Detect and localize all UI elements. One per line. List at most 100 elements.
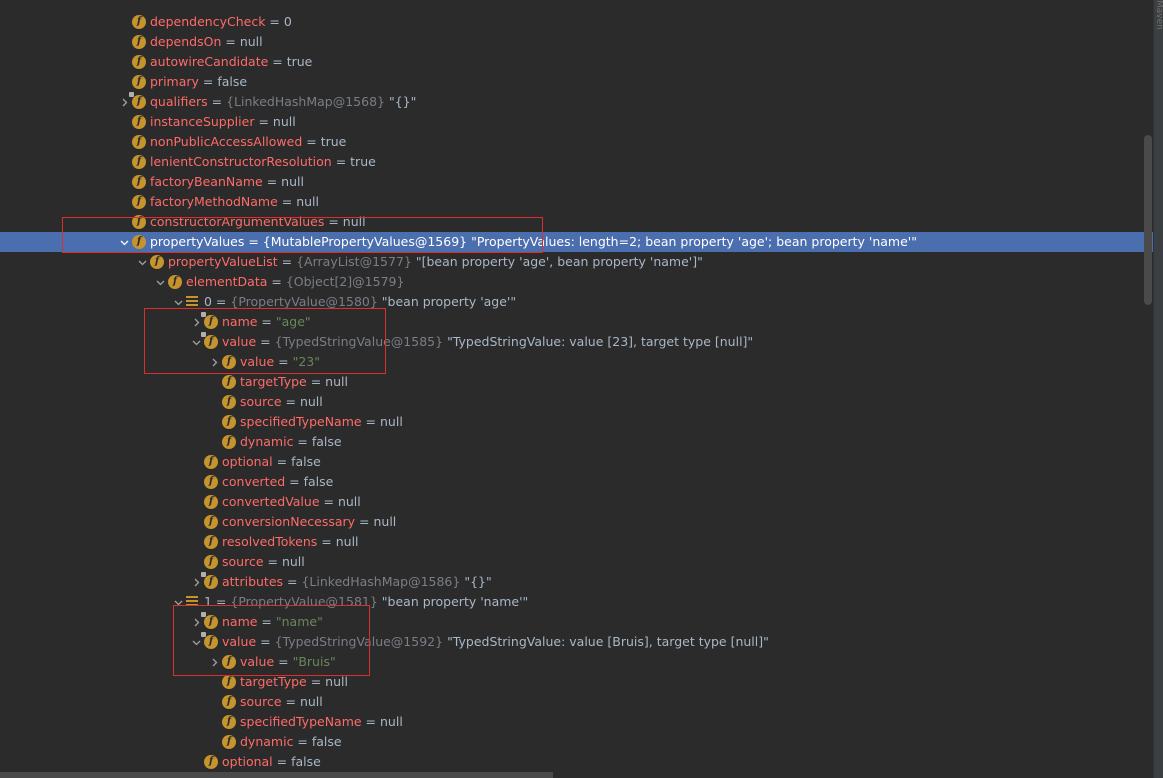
tree-row-text: instanceSupplier = null bbox=[150, 114, 296, 129]
variable-value: "{}" bbox=[464, 574, 492, 589]
tree-row-dependson[interactable]: f dependsOn = null bbox=[0, 32, 1155, 52]
field-icon: f bbox=[132, 15, 146, 29]
tree-row-name[interactable]: f name = "age" bbox=[0, 312, 1155, 332]
tree-row-text: resolvedTokens = null bbox=[222, 534, 359, 549]
variable-name: nonPublicAccessAllowed bbox=[150, 134, 303, 149]
variable-type: {TypedStringValue@1592} bbox=[274, 634, 444, 649]
variable-name: source bbox=[240, 394, 282, 409]
tree-row-targettype[interactable]: f targetType = null bbox=[0, 672, 1155, 692]
variable-name: value bbox=[240, 354, 275, 369]
variable-name: converted bbox=[222, 474, 286, 489]
tree-row-text: converted = false bbox=[222, 474, 334, 489]
tree-row-text: lenientConstructorResolution = true bbox=[150, 154, 376, 169]
variable-type: {PropertyValue@1581} bbox=[230, 594, 378, 609]
tree-row-value[interactable]: f value = {TypedStringValue@1585} "TypedS… bbox=[0, 332, 1155, 352]
field-icon: f bbox=[132, 155, 146, 169]
chevron-down-icon[interactable] bbox=[172, 292, 184, 312]
tree-row-value[interactable]: f value = "23" bbox=[0, 352, 1155, 372]
final-field-icon: f bbox=[201, 612, 218, 629]
variable-value: true bbox=[286, 54, 313, 69]
variable-name: autowireCandidate bbox=[150, 54, 269, 69]
variable-value: false bbox=[291, 454, 321, 469]
tree-row-0[interactable]: 0 = {PropertyValue@1580} "bean property … bbox=[0, 292, 1155, 312]
chevron-down-icon[interactable] bbox=[154, 272, 166, 292]
tree-row-attributes[interactable]: f attributes = {LinkedHashMap@1586} "{}" bbox=[0, 572, 1155, 592]
field-icon: f bbox=[132, 115, 146, 129]
chevron-right-icon[interactable] bbox=[208, 352, 220, 372]
tree-row-factorybeanname[interactable]: f factoryBeanName = null bbox=[0, 172, 1155, 192]
tree-row-instancesupplier[interactable]: f instanceSupplier = null bbox=[0, 112, 1155, 132]
chevron-down-icon[interactable] bbox=[118, 232, 130, 252]
variable-value: null bbox=[296, 194, 319, 209]
variable-name: propertyValues bbox=[150, 234, 245, 249]
tree-row-optional[interactable]: f optional = false bbox=[0, 752, 1155, 772]
tree-row-specifiedtypename[interactable]: f specifiedTypeName = null bbox=[0, 412, 1155, 432]
tree-row-lenientconstructorresolution[interactable]: f lenientConstructorResolution = true bbox=[0, 152, 1155, 172]
tree-row-text: dependsOn = null bbox=[150, 34, 263, 49]
tree-row-constructorargumentvalues[interactable]: f constructorArgumentValues = null bbox=[0, 212, 1155, 232]
tree-row-primary[interactable]: f primary = false bbox=[0, 72, 1155, 92]
field-icon: f bbox=[132, 215, 146, 229]
variable-name: dynamic bbox=[240, 734, 294, 749]
chevron-down-icon[interactable] bbox=[172, 592, 184, 612]
lock-icon bbox=[201, 332, 206, 337]
variable-name: resolvedTokens bbox=[222, 534, 318, 549]
tree-row-specifiedtypename[interactable]: f specifiedTypeName = null bbox=[0, 712, 1155, 732]
variable-name: factoryMethodName bbox=[150, 194, 278, 209]
tree-row-text: source = null bbox=[240, 694, 323, 709]
tree-row-propertyvaluelist[interactable]: f propertyValueList = {ArrayList@1577} "[… bbox=[0, 252, 1155, 272]
variable-type: {MutablePropertyValues@1569} bbox=[262, 234, 468, 249]
tree-row-autowirecandidate[interactable]: f autowireCandidate = true bbox=[0, 52, 1155, 72]
variable-name: specifiedTypeName bbox=[240, 414, 362, 429]
tree-row-name[interactable]: f name = "name" bbox=[0, 612, 1155, 632]
field-icon: f bbox=[150, 255, 164, 269]
tree-row-source[interactable]: f source = null bbox=[0, 392, 1155, 412]
horizontal-scrollbar-thumb[interactable] bbox=[0, 772, 553, 778]
tree-row-dynamic[interactable]: f dynamic = false bbox=[0, 432, 1155, 452]
tree-row-conversionnecessary[interactable]: f conversionNecessary = null bbox=[0, 512, 1155, 532]
variable-name: convertedValue bbox=[222, 494, 320, 509]
variable-value: null bbox=[299, 694, 323, 709]
variable-name: qualifiers bbox=[150, 94, 208, 109]
tree-row-value[interactable]: f value = "Bruis" bbox=[0, 652, 1155, 672]
tree-row-propertyvalues[interactable]: f propertyValues = {MutablePropertyValues… bbox=[0, 232, 1155, 252]
chevron-right-icon[interactable] bbox=[208, 652, 220, 672]
field-icon: f bbox=[222, 675, 236, 689]
variable-value: null bbox=[342, 214, 366, 229]
tree-row-factorymethodname[interactable]: f factoryMethodName = null bbox=[0, 192, 1155, 212]
field-icon: f bbox=[222, 415, 236, 429]
variable-value: null bbox=[281, 174, 304, 189]
final-field-icon: f bbox=[129, 92, 146, 109]
variable-name: elementData bbox=[186, 274, 268, 289]
tree-row-text: name = "name" bbox=[222, 614, 323, 629]
tree-row-source[interactable]: f source = null bbox=[0, 552, 1155, 572]
tree-row-elementdata[interactable]: f elementData = {Object[2]@1579} bbox=[0, 272, 1155, 292]
tree-row-value[interactable]: f value = {TypedStringValue@1592} "TypedS… bbox=[0, 632, 1155, 652]
field-icon: f bbox=[222, 375, 236, 389]
lock-icon bbox=[201, 632, 206, 637]
tree-row-text: propertyValues = {MutablePropertyValues@… bbox=[150, 234, 917, 249]
variable-value: null bbox=[380, 714, 403, 729]
vertical-scrollbar-thumb[interactable] bbox=[1144, 135, 1152, 305]
variable-value: false bbox=[303, 474, 334, 489]
tree-row-dynamic[interactable]: f dynamic = false bbox=[0, 732, 1155, 752]
tree-row-1[interactable]: 1 = {PropertyValue@1581} "bean property … bbox=[0, 592, 1155, 612]
tree-row-nonpublicaccessallowed[interactable]: f nonPublicAccessAllowed = true bbox=[0, 132, 1155, 152]
tree-row-dependencycheck[interactable]: f dependencyCheck = 0 bbox=[0, 12, 1155, 32]
tree-row-converted[interactable]: f converted = false bbox=[0, 472, 1155, 492]
variable-type: {ArrayList@1577} bbox=[296, 254, 412, 269]
variable-name: dependencyCheck bbox=[150, 14, 266, 29]
tree-row-targettype[interactable]: f targetType = null bbox=[0, 372, 1155, 392]
tree-row-text: value = "Bruis" bbox=[240, 654, 336, 669]
tree-row-text: attributes = {LinkedHashMap@1586} "{}" bbox=[222, 574, 492, 589]
side-tool-strip-label[interactable]: Maven bbox=[1154, 0, 1163, 30]
tree-row-qualifiers[interactable]: f qualifiers = {LinkedHashMap@1568} "{}" bbox=[0, 92, 1155, 112]
tree-row-source[interactable]: f source = null bbox=[0, 692, 1155, 712]
tree-row-optional[interactable]: f optional = false bbox=[0, 452, 1155, 472]
lock-icon bbox=[129, 92, 134, 97]
variable-name: factoryBeanName bbox=[150, 174, 263, 189]
variable-value: 0 bbox=[283, 14, 292, 29]
tree-row-resolvedtokens[interactable]: f resolvedTokens = null bbox=[0, 532, 1155, 552]
tree-row-convertedvalue[interactable]: f convertedValue = null bbox=[0, 492, 1155, 512]
chevron-down-icon[interactable] bbox=[136, 252, 148, 272]
